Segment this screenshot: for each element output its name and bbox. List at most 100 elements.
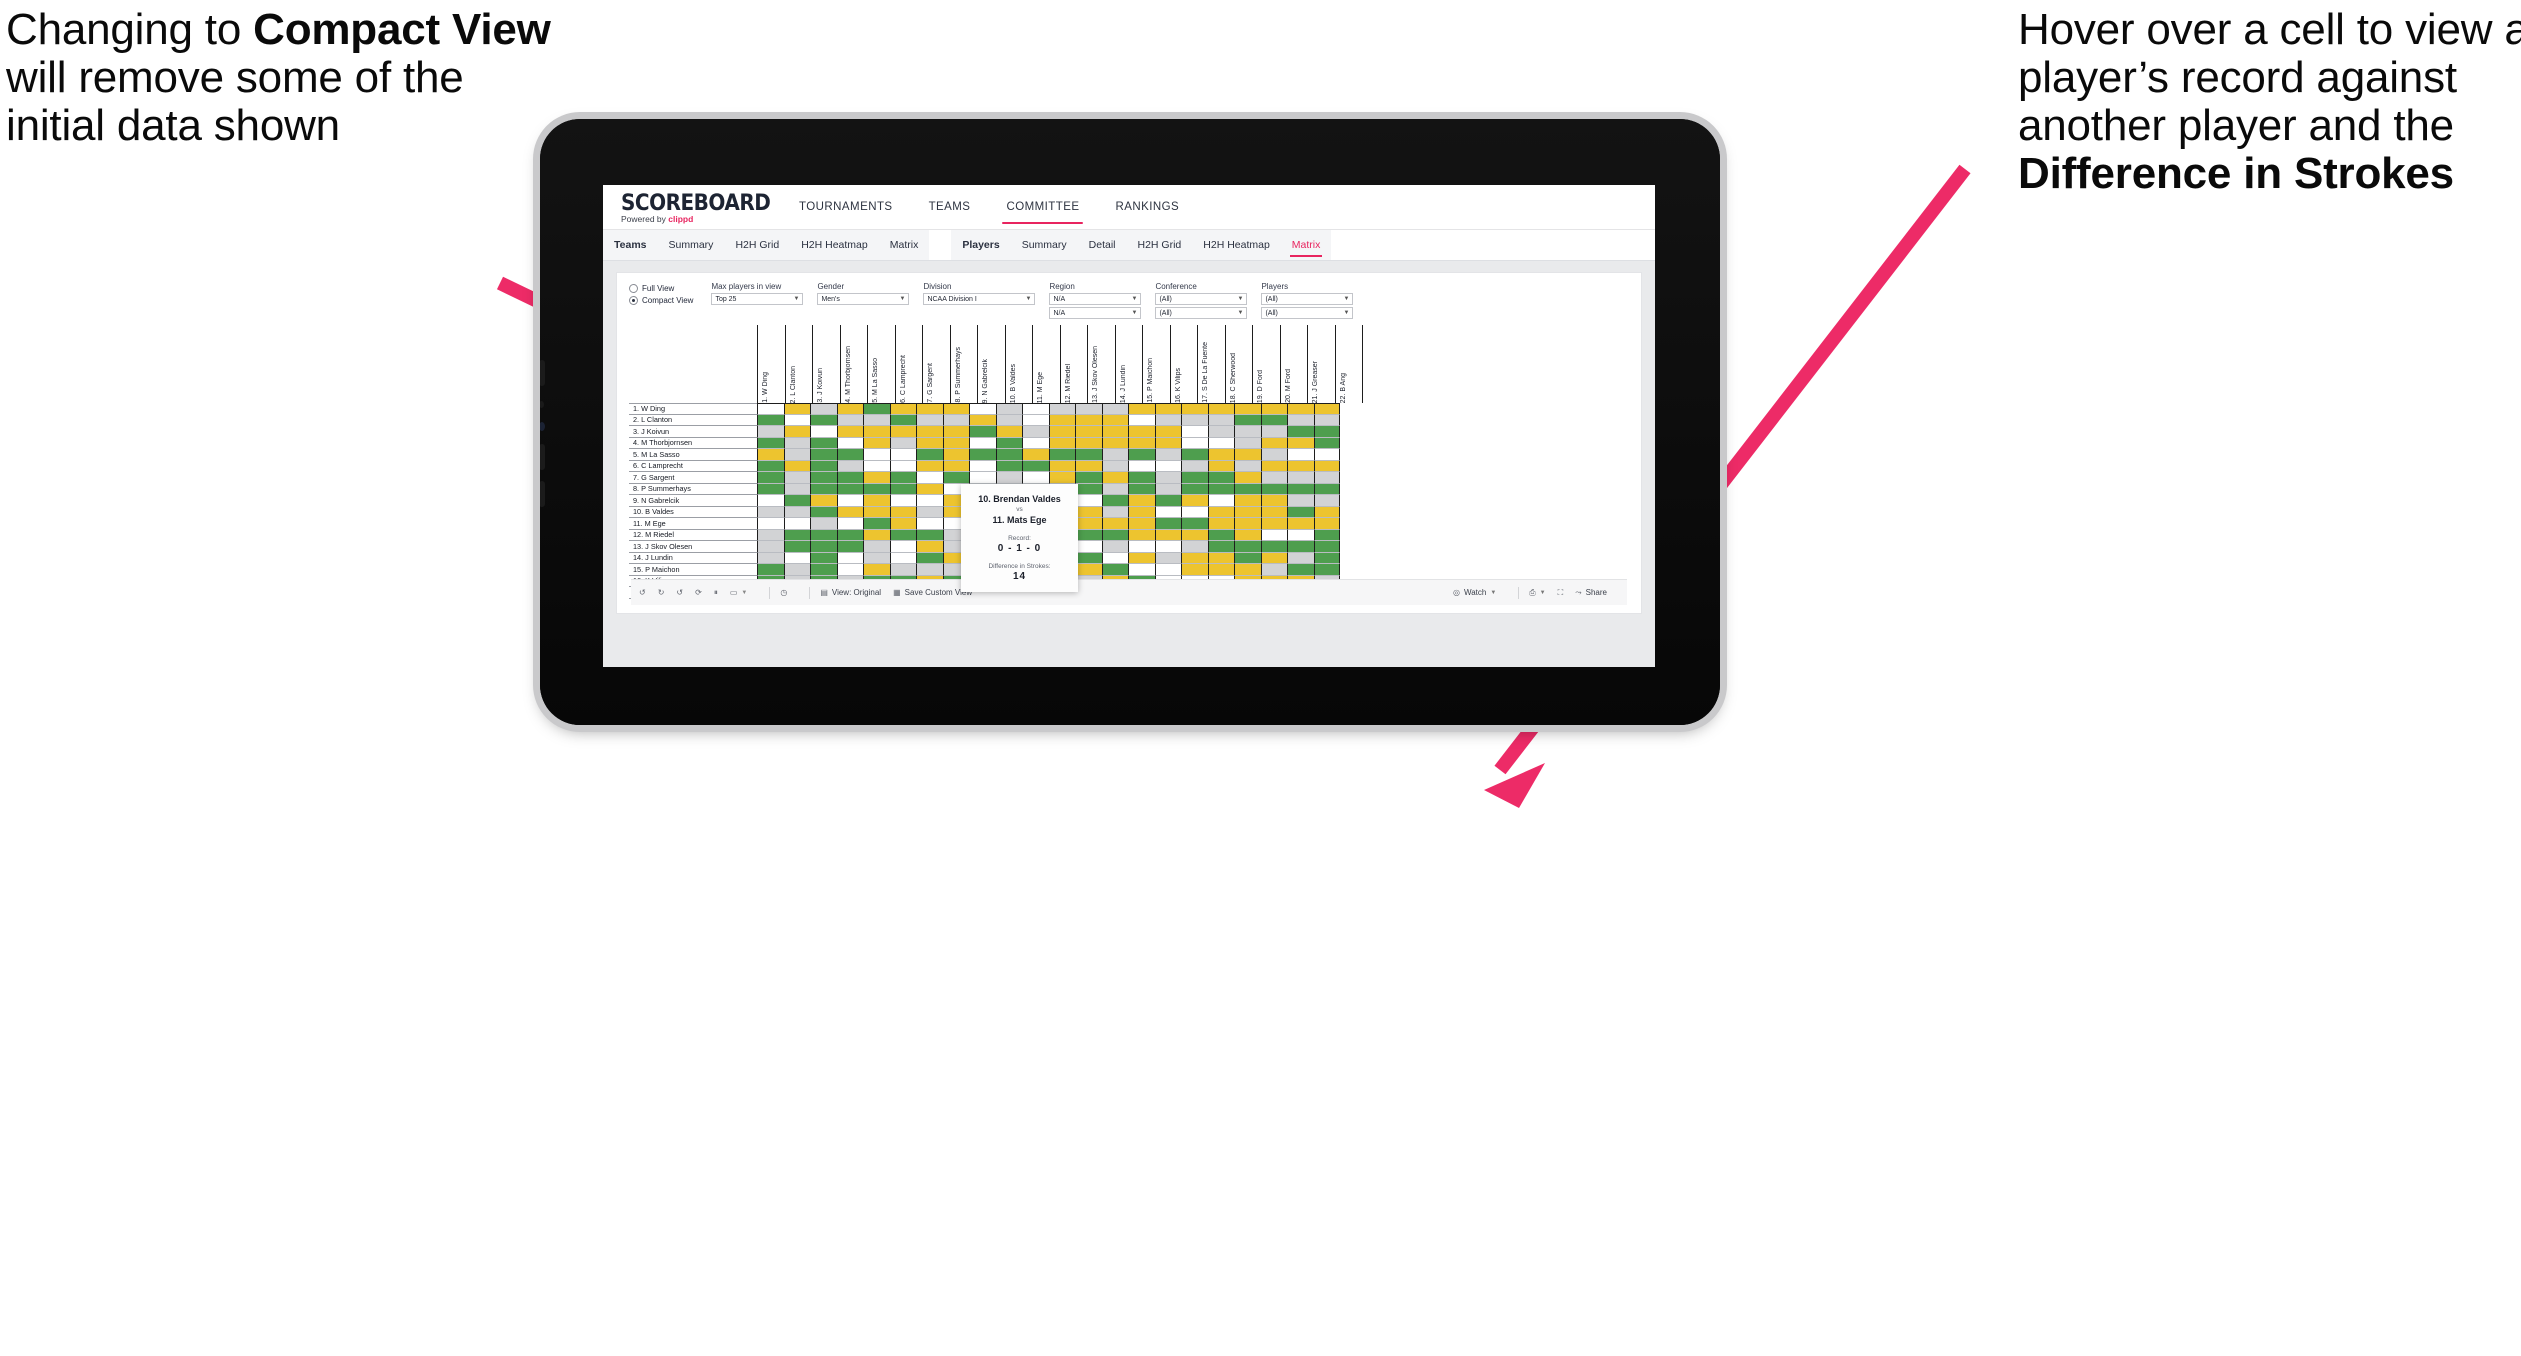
matrix-cell[interactable] (836, 552, 863, 564)
matrix-cell[interactable] (1128, 449, 1155, 461)
matrix-cell[interactable] (1048, 472, 1075, 484)
matrix-cell[interactable] (757, 518, 784, 530)
matrix-cell[interactable] (810, 552, 837, 564)
matrix-cell[interactable] (1313, 483, 1340, 495)
radio-full-view[interactable]: Full View (629, 284, 693, 293)
matrix-cell[interactable] (916, 541, 943, 553)
matrix-cell[interactable] (1075, 426, 1102, 438)
matrix-cell[interactable] (783, 403, 810, 415)
matrix-cell[interactable] (1101, 506, 1128, 518)
matrix-cell[interactable] (783, 552, 810, 564)
app-logo[interactable]: SCOREBOARD Powered by clippd (621, 191, 771, 224)
matrix-cell[interactable] (1128, 472, 1155, 484)
matrix-cell[interactable] (783, 529, 810, 541)
matrix-cell[interactable] (1154, 564, 1181, 576)
matrix-cell[interactable] (1287, 518, 1314, 530)
matrix-cell[interactable] (969, 472, 996, 484)
matrix-cell[interactable] (836, 495, 863, 507)
matrix-cell[interactable] (1022, 449, 1049, 461)
matrix-cell[interactable] (757, 414, 784, 426)
matrix-cell[interactable] (969, 449, 996, 461)
matrix-cell[interactable] (942, 414, 969, 426)
matrix-cell[interactable] (1234, 403, 1261, 415)
matrix-cell[interactable] (1181, 552, 1208, 564)
matrix-cell[interactable] (757, 437, 784, 449)
matrix-cell[interactable] (1128, 506, 1155, 518)
matrix-cell[interactable] (1048, 403, 1075, 415)
matrix-cell[interactable] (1287, 426, 1314, 438)
matrix-cell[interactable] (1207, 426, 1234, 438)
matrix-cell[interactable] (1260, 495, 1287, 507)
subnav-teams-matrix[interactable]: Matrix (879, 230, 930, 260)
matrix-cell[interactable] (1260, 518, 1287, 530)
matrix-cell[interactable] (863, 541, 890, 553)
matrix-cell[interactable] (969, 460, 996, 472)
matrix-cell[interactable] (1154, 414, 1181, 426)
matrix-cell[interactable] (783, 460, 810, 472)
matrix-cell[interactable] (1260, 472, 1287, 484)
matrix-cell[interactable] (1075, 414, 1102, 426)
matrix-cell[interactable] (1260, 541, 1287, 553)
matrix-cell[interactable] (1154, 541, 1181, 553)
matrix-cell[interactable] (783, 426, 810, 438)
download-button[interactable]: ⎙ ▼ (1529, 588, 1545, 598)
matrix-cell[interactable] (783, 518, 810, 530)
matrix-cell[interactable] (1207, 552, 1234, 564)
matrix-cell[interactable] (1313, 403, 1340, 415)
matrix-cell[interactable] (783, 449, 810, 461)
pause-button[interactable]: ⏸ (714, 588, 718, 598)
matrix-cell[interactable] (1022, 437, 1049, 449)
matrix-cell[interactable] (1181, 426, 1208, 438)
matrix-cell[interactable] (916, 564, 943, 576)
matrix-cell[interactable] (1234, 414, 1261, 426)
matrix-cell[interactable] (810, 495, 837, 507)
nav-tournaments[interactable]: TOURNAMENTS (781, 185, 911, 229)
matrix-cell[interactable] (1101, 541, 1128, 553)
help-button[interactable]: ◷ (780, 588, 787, 597)
filter-max-players-select[interactable]: Top 25 ▼ (711, 293, 804, 305)
matrix-cell[interactable] (1207, 403, 1234, 415)
matrix-cell[interactable] (1287, 506, 1314, 518)
matrix-cell[interactable] (757, 541, 784, 553)
matrix-cell[interactable] (1234, 426, 1261, 438)
matrix-cell[interactable] (942, 460, 969, 472)
matrix-cell[interactable] (810, 414, 837, 426)
matrix-cell[interactable] (1181, 483, 1208, 495)
subnav-teams-h2h-heatmap[interactable]: H2H Heatmap (790, 230, 879, 260)
matrix-cell[interactable] (783, 472, 810, 484)
matrix-cell[interactable] (916, 426, 943, 438)
matrix-cell[interactable] (1154, 518, 1181, 530)
matrix-cell[interactable] (836, 564, 863, 576)
matrix-cell[interactable] (1181, 460, 1208, 472)
matrix-cell[interactable] (1048, 437, 1075, 449)
matrix-cell[interactable] (1313, 506, 1340, 518)
matrix-cell[interactable] (1075, 483, 1102, 495)
matrix-cell[interactable] (836, 483, 863, 495)
matrix-cell[interactable] (810, 403, 837, 415)
matrix-cell[interactable] (1313, 426, 1340, 438)
matrix-cell[interactable] (1075, 460, 1102, 472)
matrix-cell[interactable] (1207, 472, 1234, 484)
matrix-cell[interactable] (1260, 437, 1287, 449)
matrix-cell[interactable] (1128, 426, 1155, 438)
matrix-cell[interactable] (942, 449, 969, 461)
filter-players-select-1[interactable]: (All) ▼ (1261, 293, 1354, 305)
matrix-cell[interactable] (1154, 483, 1181, 495)
matrix-cell[interactable] (1260, 460, 1287, 472)
matrix-cell[interactable] (916, 414, 943, 426)
matrix-cell[interactable] (1128, 437, 1155, 449)
matrix-cell[interactable] (995, 414, 1022, 426)
matrix-cell[interactable] (1048, 460, 1075, 472)
matrix-cell[interactable] (863, 483, 890, 495)
matrix-cell[interactable] (1101, 483, 1128, 495)
matrix-cell[interactable] (1181, 506, 1208, 518)
matrix-cell[interactable] (863, 460, 890, 472)
share-button[interactable]: ⤳ Share (1575, 588, 1607, 598)
matrix-cell[interactable] (1207, 506, 1234, 518)
matrix-cell[interactable] (1313, 449, 1340, 461)
filter-division-select[interactable]: NCAA Division I ▼ (923, 293, 1036, 305)
matrix-cell[interactable] (836, 460, 863, 472)
matrix-cell[interactable] (916, 483, 943, 495)
matrix-cell[interactable] (1101, 495, 1128, 507)
radio-full-view-icon[interactable] (629, 284, 638, 293)
